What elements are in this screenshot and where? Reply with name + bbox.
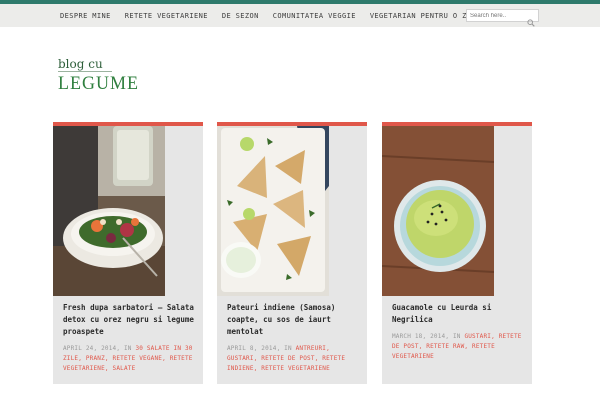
- main-nav: DESPRE MINE RETETE VEGETARIENE DE SEZON …: [60, 4, 485, 27]
- post-thumbnail-guacamole[interactable]: [382, 126, 494, 296]
- post-card: Fresh dupa sarbatori – Salata detox cu o…: [53, 122, 203, 384]
- post-title[interactable]: Fresh dupa sarbatori – Salata detox cu o…: [63, 302, 197, 338]
- post-in-label: , IN: [116, 345, 132, 352]
- post-in-label: , IN: [276, 345, 292, 352]
- site-logo[interactable]: blog cu LEGUME: [58, 57, 139, 94]
- logo-line-1: blog cu: [58, 57, 103, 71]
- nav-item-comunitatea-veggie[interactable]: COMUNITATEA VEGGIE: [273, 12, 356, 20]
- post-title[interactable]: Pateuri indiene (Samosa) coapte, cu sos …: [227, 302, 361, 338]
- nav-item-vegetarian-pentru-o-zi[interactable]: VEGETARIAN PENTRU O ZI: [370, 12, 472, 20]
- nav-item-despre-mine[interactable]: DESPRE MINE: [60, 12, 111, 20]
- post-in-label: , IN: [445, 333, 461, 340]
- post-meta: APRIL 24, 2014, IN 30 SALATE IN 30 ZILE,…: [63, 344, 197, 374]
- nav-item-de-sezon[interactable]: DE SEZON: [222, 12, 259, 20]
- search-icon[interactable]: [527, 12, 535, 27]
- post-meta: APRIL 8, 2014, IN ANTREURI, GUSTARI, RET…: [227, 344, 361, 374]
- nav-item-retete-vegetariene[interactable]: RETETE VEGETARIENE: [125, 12, 208, 20]
- search-box: [466, 9, 539, 27]
- post-card: Pateuri indiene (Samosa) coapte, cu sos …: [217, 122, 367, 384]
- post-date: APRIL 24, 2014: [63, 345, 117, 352]
- post-date: MARCH 18, 2014: [392, 333, 446, 340]
- post-title[interactable]: Guacamole cu Leurda si Negrilica: [392, 302, 526, 326]
- post-card: Guacamole cu Leurda si Negrilica MARCH 1…: [382, 122, 532, 384]
- post-thumbnail-samosa[interactable]: [217, 126, 329, 296]
- post-meta: MARCH 18, 2014, IN GUSTARI, RETETE DE PO…: [392, 332, 526, 362]
- search-input[interactable]: [467, 12, 528, 19]
- logo-line-2: LEGUME: [58, 71, 139, 94]
- post-thumbnail-salad[interactable]: [53, 126, 165, 296]
- top-bar: DESPRE MINE RETETE VEGETARIENE DE SEZON …: [0, 0, 600, 27]
- post-date: APRIL 8, 2014: [227, 345, 277, 352]
